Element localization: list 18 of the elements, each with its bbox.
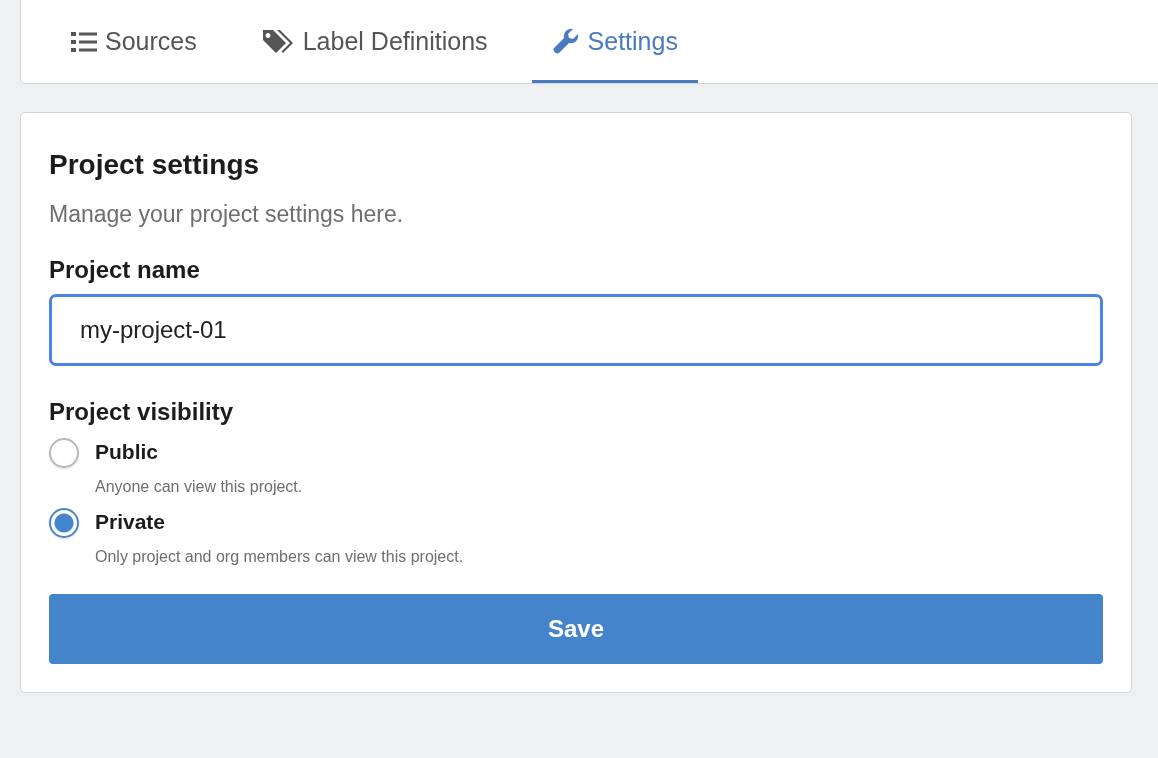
tab[interactable]: Settings xyxy=(531,0,698,83)
radio-description: Only project and org members can view this project. xyxy=(95,548,464,566)
list-icon xyxy=(71,30,97,53)
tag-icon xyxy=(260,27,295,56)
panel-subtitle: Manage your project settings here. xyxy=(49,201,405,228)
radio-description: Anyone can view this project. xyxy=(95,478,303,496)
tab[interactable]: Label Definitions xyxy=(240,0,508,83)
radio-button[interactable] xyxy=(49,438,79,468)
panel-title: Project settings xyxy=(49,149,261,181)
save-button[interactable]: Save xyxy=(49,594,1103,664)
field-label: Project name xyxy=(49,256,201,284)
field-label: Project visibility xyxy=(49,398,235,426)
project-name-field[interactable]: my-project-01 xyxy=(49,294,1103,366)
radio-button[interactable] xyxy=(49,508,79,538)
radio-label: Private xyxy=(95,510,167,534)
wrench-icon xyxy=(551,27,580,56)
radio-label: Public xyxy=(95,440,159,464)
tab[interactable]: Sources xyxy=(51,0,217,83)
